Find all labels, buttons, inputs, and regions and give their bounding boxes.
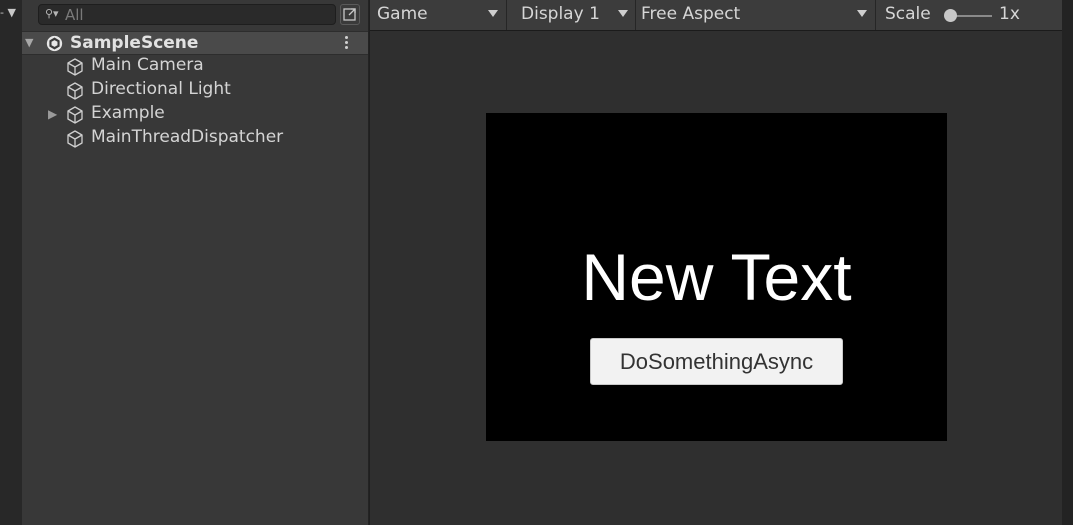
chevron-down-icon <box>857 10 867 17</box>
display-label: Display 1 <box>521 4 600 24</box>
hierarchy-item-example[interactable]: ▶ Example <box>22 103 368 127</box>
more-options-icon[interactable] <box>344 34 350 52</box>
search-box[interactable]: ⚲▾ <box>38 4 336 25</box>
do-something-async-button[interactable]: DoSomethingAsync <box>590 338 843 385</box>
left-dropdown-icon[interactable]: - ▼ <box>0 6 16 19</box>
scene-row[interactable]: ▼ SampleScene <box>22 31 368 55</box>
hierarchy-item-directional-light[interactable]: Directional Light <box>22 79 368 103</box>
scale-control: Scale 1x <box>876 0 1062 30</box>
game-view-dropdown[interactable]: Game <box>370 0 507 30</box>
search-input[interactable] <box>65 5 325 24</box>
game-panel: Game Display 1 Free Aspect Scale 1x New … <box>370 0 1062 525</box>
hierarchy-item-main-camera[interactable]: Main Camera <box>22 55 368 79</box>
game-screen: New Text DoSomethingAsync <box>486 113 947 441</box>
hierarchy-item-label: MainThreadDispatcher <box>91 127 284 147</box>
expand-arrow-icon[interactable]: ▼ <box>25 36 33 49</box>
aspect-dropdown[interactable]: Free Aspect <box>636 0 876 30</box>
search-icon: ⚲▾ <box>45 7 59 20</box>
hierarchy-item-mainthreaddispatcher[interactable]: MainThreadDispatcher <box>22 127 368 151</box>
hierarchy-item-label: Main Camera <box>91 55 204 75</box>
gameobject-cube-icon <box>67 130 83 148</box>
scale-slider-track[interactable] <box>952 15 992 17</box>
game-toolbar: Game Display 1 Free Aspect Scale 1x <box>370 0 1062 31</box>
unity-scene-icon <box>46 35 63 52</box>
chevron-down-icon <box>488 10 498 17</box>
scale-value: 1x <box>999 4 1020 24</box>
game-view-label: Game <box>377 4 428 24</box>
hierarchy-lock-button[interactable] <box>340 4 360 25</box>
display-dropdown[interactable]: Display 1 <box>507 0 636 30</box>
left-panel-strip: - ▼ <box>0 0 22 525</box>
gameobject-cube-icon <box>67 82 83 100</box>
scene-name: SampleScene <box>70 33 199 53</box>
hierarchy-item-label: Example <box>91 103 165 123</box>
game-text: New Text <box>581 240 852 314</box>
hierarchy-item-label: Directional Light <box>91 79 231 99</box>
aspect-label: Free Aspect <box>641 4 741 24</box>
hierarchy-panel: ⚲▾ ▼ SampleScene Main Camera Directional… <box>22 0 369 525</box>
right-edge-divider <box>1062 0 1073 525</box>
gameobject-cube-icon <box>67 58 83 76</box>
chevron-down-icon <box>618 10 628 17</box>
expand-arrow-icon[interactable]: ▶ <box>48 107 57 121</box>
scale-label: Scale <box>885 4 931 24</box>
gameobject-cube-icon <box>67 106 83 124</box>
external-link-icon <box>343 8 356 21</box>
scale-slider-handle[interactable] <box>944 9 957 22</box>
